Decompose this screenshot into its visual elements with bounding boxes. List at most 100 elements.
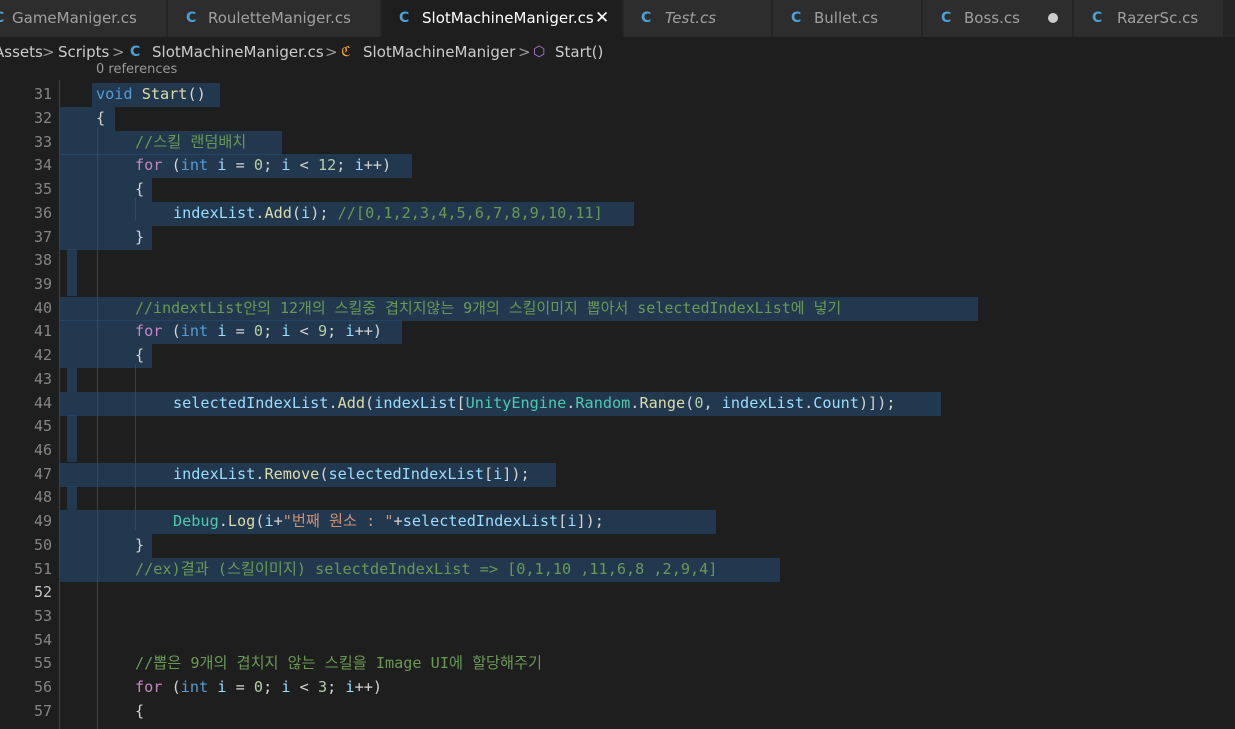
token-control: for	[135, 322, 163, 340]
breadcrumb-folder-assets[interactable]: Assets	[0, 37, 43, 67]
code-line-44[interactable]: selectedIndexList.Add(indexList[UnityEng…	[173, 392, 896, 416]
token-number: 3	[317, 678, 328, 696]
code-line-37[interactable]: }	[135, 226, 144, 250]
line-number: 45	[33, 417, 52, 435]
token-variable: indexList	[374, 394, 457, 412]
token-variable: indexList	[721, 394, 805, 412]
breadcrumb-method[interactable]: Start()	[555, 37, 603, 67]
line-number: 54	[33, 631, 52, 649]
token-keyword: int	[180, 156, 209, 174]
selection-highlight	[60, 107, 115, 131]
code-line-55[interactable]: //뽑은 9개의 겹치지 않는 스킬을 Image UI에 할당해주기	[135, 652, 542, 676]
code-line-34[interactable]: for (int i = 0; i < 12; i++)	[135, 154, 391, 178]
code-line-32[interactable]: {	[96, 107, 105, 131]
token-punct: ;	[327, 322, 346, 340]
code-line-40[interactable]: //indextList안의 12개의 스킬중 겹치지않는 9개의 스킬이미지 …	[135, 297, 841, 321]
token-punct: [	[456, 394, 466, 412]
tab-bullet[interactable]: C Bullet.cs	[773, 0, 922, 37]
token-punct: ;	[336, 156, 355, 174]
chevron-right-icon: >	[518, 43, 531, 61]
tab-label: Test.cs	[665, 9, 717, 27]
token-keyword: int	[180, 322, 209, 340]
code-line-51[interactable]: //ex)결과 (스킬이미지) selectdeIndexList => [0,…	[135, 558, 717, 582]
tab-roulettemaniger[interactable]: C RouletteManiger.cs	[168, 0, 381, 37]
tab-slotmachinemaniger[interactable]: C SlotMachineManiger.cs ✕	[382, 0, 623, 37]
token-punct: ;	[327, 678, 346, 696]
token-punct: [	[558, 512, 568, 530]
tab-gamemaniger[interactable]: C GameManiger.cs	[0, 0, 167, 37]
line-number: 33	[33, 133, 52, 151]
code-line-31[interactable]: void Start()	[96, 83, 206, 107]
token-punct: (	[291, 204, 302, 222]
token-punct: ;	[263, 322, 282, 340]
token-variable: i	[345, 322, 355, 340]
breadcrumb-class[interactable]: SlotMachineManiger	[363, 37, 515, 67]
line-number: 51	[33, 560, 52, 578]
token-comment: //스킬 랜덤배치	[135, 133, 247, 151]
tab-boss[interactable]: C Boss.cs	[923, 0, 1073, 37]
token-punct: ,	[703, 394, 722, 412]
token-variable: i	[281, 322, 291, 340]
tab-test[interactable]: C Test.cs	[624, 0, 772, 37]
token-punct: ++)	[363, 156, 392, 174]
token-punct: ;	[263, 678, 282, 696]
unsaved-dot-icon[interactable]	[1048, 13, 1058, 23]
code-line-57[interactable]: {	[135, 700, 144, 724]
code-line-41[interactable]: for (int i = 0; i < 9; i++)	[135, 320, 382, 344]
token-punct: (	[162, 322, 181, 340]
tab-label: RouletteManiger.cs	[208, 9, 351, 27]
code-line-36[interactable]: indexList.Add(i); //[0,1,2,3,4,5,6,7,8,9…	[173, 202, 603, 226]
code-line-47[interactable]: indexList.Remove(selectedIndexList[i]);	[173, 463, 530, 487]
line-number-current: 52	[33, 583, 52, 601]
token-number: 0	[253, 156, 264, 174]
tab-label: Bullet.cs	[814, 9, 879, 27]
csharp-file-icon: C	[791, 10, 802, 26]
token-comment: //뽑은 9개의 겹치지 않는 스킬을 Image UI에 할당해주기	[135, 654, 542, 672]
code-line-35[interactable]: {	[135, 178, 144, 202]
code-line-33[interactable]: //스킬 랜덤배치	[135, 131, 246, 155]
token-variable: i	[354, 156, 364, 174]
token-brace: {	[135, 180, 145, 198]
selection-highlight	[67, 249, 77, 296]
code-line-49[interactable]: Debug.Log(i+"번째 원소 : "+selectedIndexList…	[173, 510, 604, 534]
token-comment: //[0,1,2,3,4,5,6,7,8,9,10,11]	[337, 204, 603, 222]
line-number: 41	[33, 322, 52, 340]
breadcrumb: Assets > Scripts > C SlotMachineManiger.…	[0, 37, 1235, 67]
token-variable: i	[301, 204, 311, 222]
token-number: 9	[317, 322, 328, 340]
token-variable: indexList	[173, 465, 256, 483]
chevron-right-icon: >	[325, 43, 338, 61]
code-line-42[interactable]: {	[135, 344, 144, 368]
line-number: 48	[33, 488, 52, 506]
csharp-file-icon: C	[941, 10, 952, 26]
line-number: 57	[33, 702, 52, 720]
line-number: 50	[33, 536, 52, 554]
token-brace: {	[135, 702, 145, 720]
token-punct: =	[226, 156, 254, 174]
code-line-50[interactable]: }	[135, 534, 144, 558]
line-number: 32	[33, 109, 52, 127]
token-string: "번째 원소 : "	[282, 512, 394, 530]
token-variable: indexList	[173, 204, 256, 222]
breadcrumb-file[interactable]: SlotMachineManiger.cs	[152, 37, 324, 67]
line-number: 47	[33, 465, 52, 483]
token-punct: (	[685, 394, 695, 412]
token-punct: .	[328, 394, 338, 412]
token-brace: {	[96, 109, 106, 127]
chevron-right-icon: >	[42, 43, 55, 61]
token-variable: selectedIndexList	[173, 394, 329, 412]
line-number: 46	[33, 441, 52, 459]
code-editor[interactable]: 0 references 31 32 33 34 35 36 37 38 39 …	[0, 62, 1235, 729]
token-punct: +	[393, 512, 403, 530]
token-punct: (	[162, 678, 181, 696]
line-number: 36	[33, 204, 52, 222]
codelens-references[interactable]: 0 references	[96, 62, 177, 77]
token-punct: =	[226, 678, 254, 696]
code-line-56[interactable]: for (int i = 0; i < 3; i++)	[135, 676, 382, 700]
close-icon[interactable]: ✕	[595, 0, 609, 37]
token-punct: ++)	[354, 678, 383, 696]
tab-razersc[interactable]: C RazerSc.cs	[1074, 0, 1224, 37]
token-type: Debug	[173, 512, 219, 530]
token-type: Random	[575, 394, 631, 412]
csharp-file-icon: C	[1092, 10, 1103, 26]
